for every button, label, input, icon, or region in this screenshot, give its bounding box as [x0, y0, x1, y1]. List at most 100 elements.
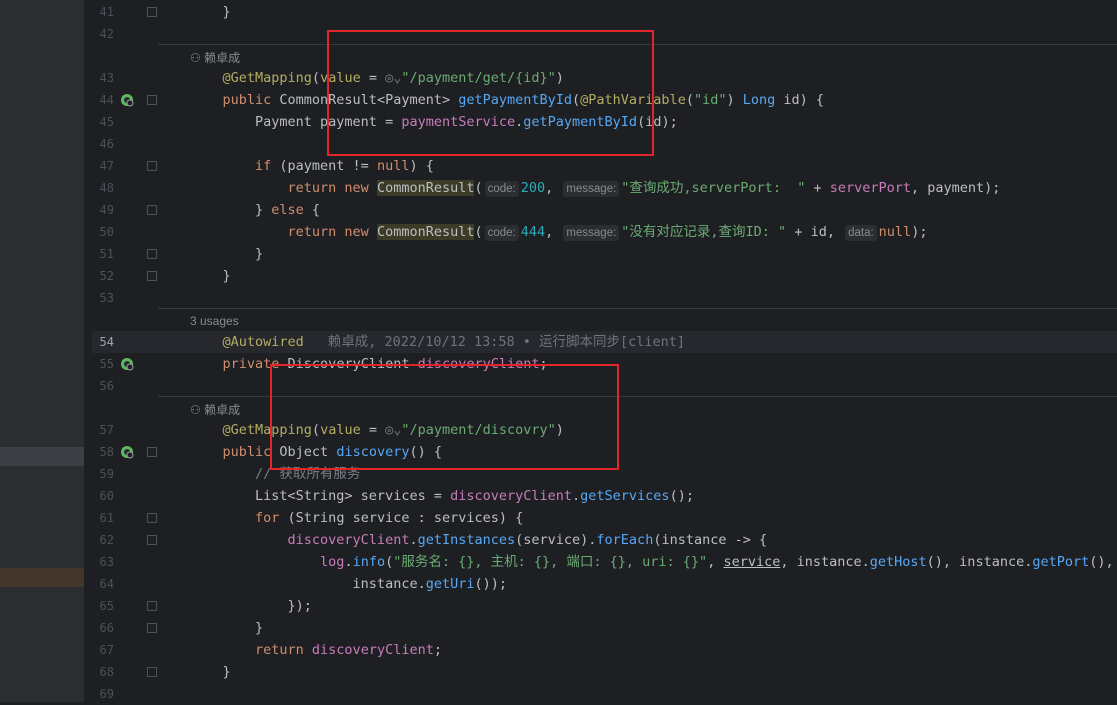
code-text[interactable]: return new CommonResult(code: 200, messag… [190, 179, 1000, 197]
code-text[interactable]: } [190, 3, 231, 21]
line-number[interactable]: 66 [92, 621, 114, 635]
code-text[interactable]: List<String> services = discoveryClient.… [190, 487, 694, 505]
usages-inlay[interactable]: 3 usages [190, 314, 239, 328]
code-token: } [190, 4, 231, 20]
line-number[interactable]: 51 [92, 247, 114, 261]
git-blame-inlay[interactable]: 赖卓成, 2022/10/12 13:58 • 运行脚本同步[client] [328, 334, 685, 350]
project-tool-window-edge [0, 0, 84, 702]
code-line[interactable]: 65 }); [92, 595, 1117, 617]
line-number[interactable]: 54 [92, 335, 114, 349]
code-token: } [190, 664, 231, 680]
line-number[interactable]: 60 [92, 489, 114, 503]
code-text[interactable]: log.info("服务名: {}, 主机: {}, 端口: {}, uri: … [190, 553, 1114, 571]
fold-marker-icon[interactable] [147, 513, 157, 523]
fold-marker-icon[interactable] [147, 667, 157, 677]
code-line[interactable]: 53 [92, 287, 1117, 309]
code-line[interactable]: 67 return discoveryClient; [92, 639, 1117, 661]
author-inlay-2[interactable]: ⚇ 赖卓成 [190, 401, 240, 418]
line-number[interactable]: 53 [92, 291, 114, 305]
fold-marker-icon[interactable] [147, 161, 157, 171]
line-number[interactable]: 55 [92, 357, 114, 371]
code-token: ); [911, 224, 928, 240]
code-line[interactable]: 62 discoveryClient.getInstances(service)… [92, 529, 1117, 551]
code-token: getInstances [417, 532, 516, 548]
code-line[interactable]: 51 } [92, 243, 1117, 265]
spring-bean-gutter-icon[interactable] [120, 357, 134, 371]
line-number[interactable]: 68 [92, 665, 114, 679]
code-line[interactable]: 52 } [92, 265, 1117, 287]
selected-tree-item[interactable] [0, 447, 84, 466]
line-number[interactable]: 58 [92, 445, 114, 459]
line-number[interactable]: 50 [92, 225, 114, 239]
fold-marker-icon[interactable] [147, 601, 157, 611]
code-line[interactable]: 49 } else { [92, 199, 1117, 221]
code-token: CommonResult [376, 224, 475, 240]
line-number[interactable]: 67 [92, 643, 114, 657]
code-text[interactable]: }); [190, 597, 312, 615]
code-line[interactable]: 68 } [92, 661, 1117, 683]
code-text[interactable]: for (String service : services) { [190, 509, 523, 527]
fold-marker-icon[interactable] [147, 535, 157, 545]
code-text[interactable]: } [190, 245, 263, 263]
line-number[interactable]: 62 [92, 533, 114, 547]
line-number[interactable]: 63 [92, 555, 114, 569]
code-text[interactable]: discoveryClient.getInstances(service).fo… [190, 531, 768, 549]
line-number[interactable]: 49 [92, 203, 114, 217]
line-number[interactable]: 42 [92, 27, 114, 41]
code-text[interactable]: return new CommonResult(code: 444, messag… [190, 223, 927, 241]
code-line[interactable]: 64 instance.getUri()); [92, 573, 1117, 595]
line-number[interactable]: 57 [92, 423, 114, 437]
line-number[interactable]: 65 [92, 599, 114, 613]
code-token: return new [190, 180, 377, 196]
code-line[interactable]: 63 log.info("服务名: {}, 主机: {}, 端口: {}, ur… [92, 551, 1117, 573]
fold-marker-icon[interactable] [147, 7, 157, 17]
line-number[interactable]: 44 [92, 93, 114, 107]
code-line[interactable]: 41 } [92, 1, 1117, 23]
code-text[interactable]: } [190, 619, 263, 637]
line-number[interactable]: 52 [92, 269, 114, 283]
highlighted-tree-item[interactable] [0, 568, 84, 587]
line-number[interactable]: 64 [92, 577, 114, 591]
code-line[interactable]: 48 return new CommonResult(code: 200, mes… [92, 177, 1117, 199]
annotation-box-get [327, 30, 654, 156]
spring-bean-gutter-icon[interactable] [120, 93, 134, 107]
code-text[interactable]: } else { [190, 201, 320, 219]
line-number[interactable]: 46 [92, 137, 114, 151]
line-number[interactable]: 56 [92, 379, 114, 393]
line-number[interactable]: 59 [92, 467, 114, 481]
code-text[interactable]: @Autowired 赖卓成, 2022/10/12 13:58 • 运行脚本同步… [190, 333, 686, 351]
fold-marker-icon[interactable] [147, 271, 157, 281]
code-line[interactable]: 54 @Autowired 赖卓成, 2022/10/12 13:58 • 运行脚… [92, 331, 1117, 353]
code-token: 200 [520, 180, 546, 196]
fold-marker-icon[interactable] [147, 623, 157, 633]
code-token: } [190, 620, 264, 636]
spring-bean-gutter-icon[interactable] [120, 445, 134, 459]
code-token: List<String> services = [190, 488, 451, 504]
line-number[interactable]: 61 [92, 511, 114, 525]
line-number[interactable]: 69 [92, 687, 114, 701]
code-token: id) { [783, 92, 825, 108]
author-inlay-1[interactable]: ⚇ 赖卓成 [190, 49, 240, 66]
fold-marker-icon[interactable] [147, 447, 157, 457]
code-text[interactable]: return discoveryClient; [190, 641, 442, 659]
code-text[interactable]: } [190, 663, 231, 681]
line-number[interactable]: 45 [92, 115, 114, 129]
code-line[interactable]: 60 List<String> services = discoveryClie… [92, 485, 1117, 507]
fold-marker-icon[interactable] [147, 249, 157, 259]
usages-count: 3 usages [190, 314, 239, 328]
code-text[interactable]: } [190, 267, 231, 285]
code-text[interactable]: instance.getUri()); [190, 575, 507, 593]
code-line[interactable]: 47 if (payment != null) { [92, 155, 1117, 177]
code-token: if [190, 158, 280, 174]
fold-marker-icon[interactable] [147, 95, 157, 105]
code-text[interactable]: if (payment != null) { [190, 157, 434, 175]
line-number[interactable]: 41 [92, 5, 114, 19]
code-line[interactable]: 66 } [92, 617, 1117, 639]
line-number[interactable]: 43 [92, 71, 114, 85]
line-number[interactable]: 47 [92, 159, 114, 173]
code-line[interactable]: 50 return new CommonResult(code: 444, mes… [92, 221, 1117, 243]
line-number[interactable]: 48 [92, 181, 114, 195]
code-line[interactable]: 61 for (String service : services) { [92, 507, 1117, 529]
panel-splitter[interactable] [84, 0, 92, 702]
fold-marker-icon[interactable] [147, 205, 157, 215]
